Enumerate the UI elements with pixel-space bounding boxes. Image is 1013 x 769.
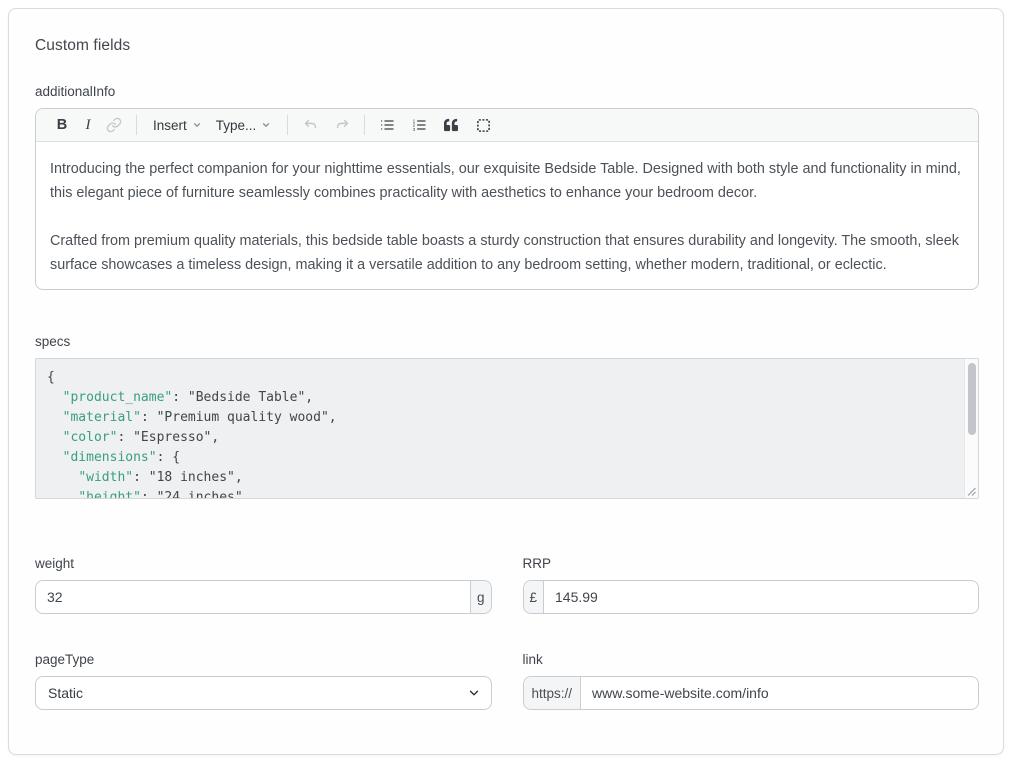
rrp-field: RRP £ bbox=[523, 556, 980, 614]
page-type-select[interactable]: Static bbox=[35, 676, 492, 710]
specs-textarea[interactable]: { "product_name": "Bedside Table", "mate… bbox=[35, 358, 979, 499]
specs-scrollbar[interactable] bbox=[964, 359, 978, 498]
weight-input[interactable] bbox=[36, 581, 470, 613]
link-button[interactable] bbox=[101, 112, 127, 138]
weight-label: weight bbox=[35, 556, 492, 571]
weight-field: weight g bbox=[35, 556, 492, 614]
weight-input-group: g bbox=[35, 580, 492, 614]
rrp-label: RRP bbox=[523, 556, 980, 571]
custom-fields-card: Custom fields additionalInfo B I Inse bbox=[8, 8, 1004, 755]
svg-text:3: 3 bbox=[413, 127, 416, 132]
link-field: link https:// bbox=[523, 652, 980, 710]
additional-info-field: additionalInfo B I Insert bbox=[35, 84, 979, 290]
insert-dropdown-label: Insert bbox=[153, 118, 187, 133]
link-icon bbox=[106, 117, 122, 133]
toolbar-divider bbox=[136, 115, 137, 135]
rich-text-editor: B I Insert bbox=[35, 108, 979, 290]
currency-addon: £ bbox=[524, 581, 545, 613]
blockquote-button[interactable] bbox=[438, 112, 464, 138]
type-dropdown[interactable]: Type... bbox=[209, 112, 279, 138]
weight-unit-addon: g bbox=[470, 581, 491, 613]
dashed-square-icon bbox=[476, 118, 491, 133]
type-dropdown-label: Type... bbox=[216, 118, 257, 133]
card-title: Custom fields bbox=[35, 37, 979, 55]
rte-toolbar: B I Insert bbox=[36, 109, 978, 142]
blockquote-icon bbox=[444, 118, 458, 132]
rrp-input[interactable] bbox=[544, 581, 978, 613]
resize-handle-icon[interactable] bbox=[964, 484, 977, 497]
redo-button[interactable] bbox=[329, 112, 355, 138]
toolbar-divider bbox=[364, 115, 365, 135]
insert-dropdown[interactable]: Insert bbox=[146, 112, 209, 138]
specs-label: specs bbox=[35, 334, 979, 349]
editor-content[interactable]: Introducing the perfect companion for yo… bbox=[36, 142, 978, 289]
page-type-label: pageType bbox=[35, 652, 492, 667]
redo-icon bbox=[334, 117, 351, 134]
additional-info-label: additionalInfo bbox=[35, 84, 979, 99]
bullet-list-icon bbox=[379, 117, 395, 133]
code-block-button[interactable] bbox=[470, 112, 496, 138]
rrp-input-group: £ bbox=[523, 580, 980, 614]
link-label: link bbox=[523, 652, 980, 667]
link-input-group: https:// bbox=[523, 676, 980, 710]
chevron-down-icon bbox=[192, 120, 202, 130]
italic-button[interactable]: I bbox=[75, 112, 101, 138]
bullet-list-button[interactable] bbox=[374, 112, 400, 138]
specs-code[interactable]: { "product_name": "Bedside Table", "mate… bbox=[36, 359, 978, 498]
undo-button[interactable] bbox=[297, 112, 323, 138]
specs-field: specs { "product_name": "Bedside Table",… bbox=[35, 334, 979, 499]
page-type-field: pageType Static bbox=[35, 652, 492, 710]
link-input[interactable] bbox=[581, 677, 978, 709]
bold-button[interactable]: B bbox=[49, 112, 75, 138]
chevron-down-icon bbox=[261, 120, 271, 130]
protocol-addon: https:// bbox=[524, 677, 582, 709]
undo-icon bbox=[302, 117, 319, 134]
ordered-list-button[interactable]: 1 2 3 bbox=[406, 112, 432, 138]
scrollbar-thumb[interactable] bbox=[968, 363, 976, 435]
ordered-list-icon: 1 2 3 bbox=[411, 117, 427, 133]
toolbar-divider bbox=[287, 115, 288, 135]
